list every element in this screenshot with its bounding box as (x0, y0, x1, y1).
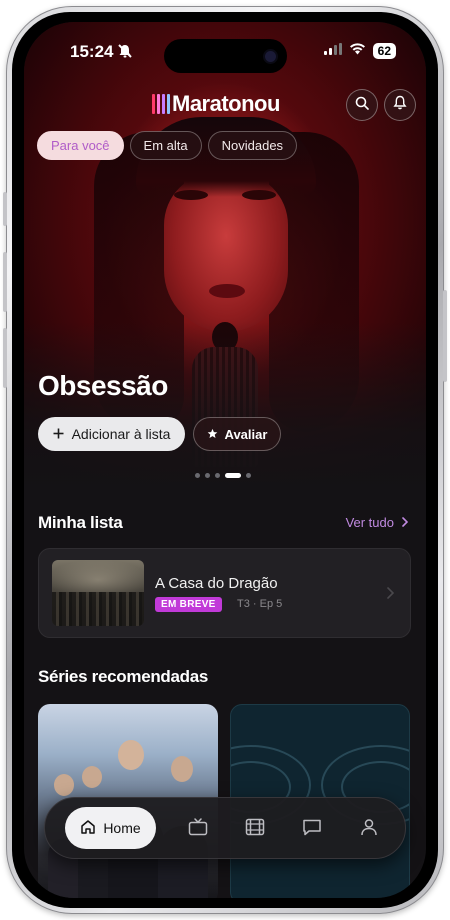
see-all-link[interactable]: Ver tudo (345, 515, 409, 530)
poster-figure-head (118, 740, 144, 770)
carousel-dot[interactable] (246, 473, 251, 478)
star-icon (207, 427, 218, 442)
category-chips: Para você Em alta Novidades (37, 131, 298, 160)
tab-home[interactable]: Home (65, 807, 156, 849)
chip-para-voce[interactable]: Para você (37, 131, 124, 160)
wifi-icon (349, 42, 366, 60)
battery-icon: 62 (372, 43, 396, 59)
add-to-list-label: Adicionar à lista (71, 426, 171, 442)
hero-eye-right (242, 190, 276, 200)
tab-films[interactable] (244, 818, 266, 840)
tab-chat[interactable] (301, 818, 323, 840)
poster-figure-head (82, 766, 102, 788)
carousel-dot[interactable] (205, 473, 210, 478)
hero-lips (209, 284, 245, 298)
status-time: 15:24 (70, 42, 114, 61)
chip-em-alta[interactable]: Em alta (129, 131, 202, 160)
status-badge: EM BREVE (155, 597, 222, 612)
volume-up-button (3, 252, 7, 312)
poster-figure-head (54, 774, 74, 796)
show-thumbnail (52, 560, 144, 626)
rate-button[interactable]: Avaliar (193, 417, 281, 451)
show-title: A Casa do Dragão (155, 575, 278, 592)
tab-profile[interactable] (358, 818, 380, 840)
app-logo[interactable]: Maratonou (152, 91, 280, 117)
signal-icon (323, 42, 342, 60)
chevron-right-icon (402, 515, 409, 530)
app-screen: 15:24 62 Maratonou Para você Em alta Nov… (24, 22, 426, 898)
hero-title: Obsessão (38, 370, 168, 401)
search-button[interactable] (346, 89, 378, 121)
logo-mark (152, 94, 170, 114)
chevron-right-icon (387, 586, 395, 604)
bell-slash-icon (117, 43, 133, 64)
carousel-dot-active[interactable] (225, 473, 241, 478)
profile-icon (360, 818, 378, 841)
carousel-indicator (195, 473, 251, 478)
bottom-tab-bar: Home (44, 797, 406, 859)
add-to-list-button[interactable]: Adicionar à lista (38, 417, 185, 451)
search-icon (355, 96, 369, 115)
list-item[interactable]: A Casa do Dragão EM BREVE T3 · Ep 5 (38, 548, 411, 638)
rate-label: Avaliar (224, 426, 268, 442)
bell-icon (393, 95, 407, 115)
status-right: 62 (323, 42, 396, 60)
hero-eye-left (174, 190, 208, 200)
episode-meta: T3 · Ep 5 (237, 598, 283, 610)
plus-icon (53, 426, 64, 442)
notifications-button[interactable] (384, 89, 416, 121)
tab-tv[interactable] (187, 817, 209, 841)
volume-down-button (3, 328, 7, 388)
chip-novidades[interactable]: Novidades (207, 131, 298, 160)
my-list-title: Minha lista (38, 513, 123, 532)
carousel-dot[interactable] (215, 473, 220, 478)
logo-text: Maratonou (172, 91, 280, 116)
tab-home-label: Home (103, 820, 141, 836)
see-all-label: Ver tudo (345, 515, 394, 530)
thumbnail-crowd (52, 592, 144, 626)
film-icon (245, 818, 265, 841)
recommended-title: Séries recomendadas (38, 667, 209, 686)
home-icon (80, 819, 96, 838)
hero-fade (24, 322, 426, 492)
front-camera (265, 51, 276, 62)
tv-icon (188, 817, 208, 841)
poster-figure-head (171, 756, 193, 782)
power-button (443, 290, 447, 382)
carousel-dot[interactable] (195, 473, 200, 478)
chat-icon (302, 818, 322, 841)
action-button (3, 192, 7, 226)
